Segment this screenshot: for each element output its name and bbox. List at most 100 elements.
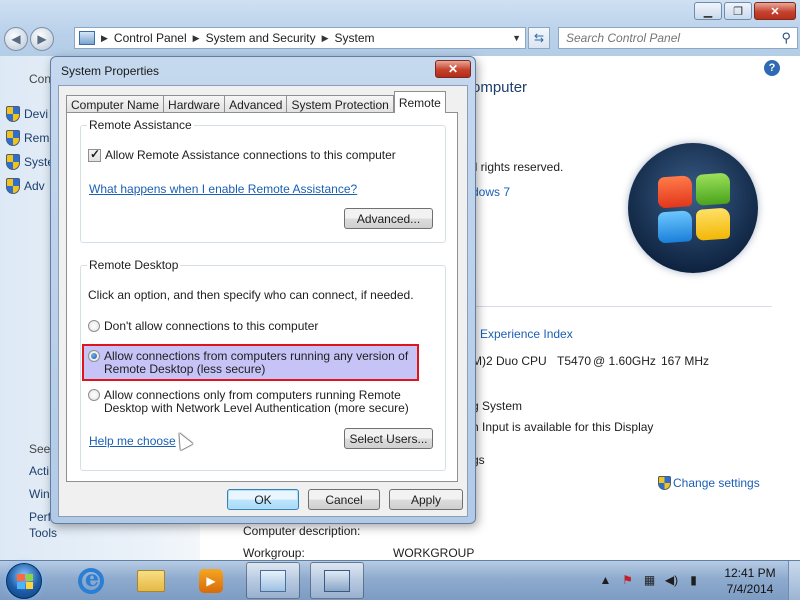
windows-logo xyxy=(628,143,758,273)
media-player-icon: ▶ xyxy=(199,568,223,593)
taskbar-control-panel[interactable] xyxy=(246,562,300,599)
close-icon: ✕ xyxy=(447,62,459,76)
shield-icon xyxy=(6,154,20,170)
tab-computer-name[interactable]: Computer Name xyxy=(66,95,165,113)
processor-name: M)2 Duo CPU xyxy=(472,354,547,368)
advanced-button[interactable]: Advanced... xyxy=(344,208,433,229)
select-users-button[interactable]: Select Users... xyxy=(344,428,433,449)
minimize-button[interactable]: ▁ xyxy=(694,2,722,20)
search-box[interactable]: ⚲ xyxy=(558,27,798,49)
control-panel-icon xyxy=(260,569,286,592)
forward-button[interactable]: ▶ xyxy=(30,27,54,51)
close-button[interactable]: ✕ xyxy=(754,2,796,20)
internet-explorer-icon xyxy=(78,566,104,594)
tab-hardware[interactable]: Hardware xyxy=(163,95,226,113)
dialog-close-button[interactable]: ✕ xyxy=(435,60,471,78)
page-title: omputer xyxy=(472,79,528,96)
sidebar-item-system-protection[interactable]: Syste xyxy=(6,154,54,170)
experience-index-link[interactable]: Experience Index xyxy=(480,327,573,341)
chevron-right-icon[interactable]: ▶ xyxy=(101,33,108,44)
workgroup-label: Workgroup: xyxy=(243,546,305,560)
checkbox-checked-icon[interactable] xyxy=(88,147,101,162)
start-button[interactable] xyxy=(6,563,42,599)
apply-button[interactable]: Apply xyxy=(389,489,463,510)
help-me-choose-link[interactable]: Help me choose xyxy=(89,434,176,448)
show-hidden-icons-icon[interactable]: ▲ xyxy=(598,573,613,587)
sidebar-link-performance[interactable]: Perf xyxy=(29,510,51,524)
breadcrumb-control-panel[interactable]: Control Panel xyxy=(114,31,187,45)
tab-remote[interactable]: Remote xyxy=(393,91,446,113)
sidebar-item-advanced-settings[interactable]: Adv xyxy=(6,178,45,194)
help-icon[interactable]: ? xyxy=(764,60,780,76)
cancel-button[interactable]: Cancel xyxy=(308,489,380,510)
radio-selected-icon[interactable] xyxy=(88,350,100,362)
chevron-down-icon[interactable]: ▼ xyxy=(512,33,521,43)
remote-assistance-checkbox[interactable]: Allow Remote Assistance connections to t… xyxy=(88,147,396,162)
shield-icon xyxy=(6,178,20,194)
network-icon[interactable]: ▦ xyxy=(642,573,657,587)
remote-assistance-group-label: Remote Assistance xyxy=(87,118,194,132)
ok-button[interactable]: OK xyxy=(227,489,299,510)
edition-link[interactable]: dows 7 xyxy=(472,185,510,199)
sidebar-item-device-manager[interactable]: Devi xyxy=(6,106,48,122)
taskbar: ▶ ▲ ⚑ ▦ ◀) ▮ 12:41 PM 7/4/2014 xyxy=(0,560,800,600)
radio-unselected-icon[interactable] xyxy=(88,389,100,401)
radio-unselected-icon[interactable] xyxy=(88,320,100,332)
radio-allow-nla-only-label: Allow connections only from computers ru… xyxy=(104,389,409,415)
sidebar-link-action-center[interactable]: Acti xyxy=(29,464,49,478)
breadcrumb-system-and-security[interactable]: System and Security xyxy=(206,31,316,45)
address-bar[interactable]: ▶ Control Panel ▶ System and Security ▶ … xyxy=(74,27,526,49)
volume-icon[interactable]: ◀) xyxy=(664,573,679,587)
tab-advanced[interactable]: Advanced xyxy=(224,95,288,113)
sidebar-link-tools[interactable]: Tools xyxy=(29,526,57,540)
radio-allow-any-version-label: Allow connections from computers running… xyxy=(104,350,408,376)
change-settings-link[interactable]: Change settings xyxy=(658,476,760,490)
dialog-body: Computer Name Hardware Advanced System P… xyxy=(58,85,468,517)
sidebar-item-label: Adv xyxy=(24,179,45,193)
radio-allow-any-version[interactable]: Allow connections from computers running… xyxy=(82,344,419,381)
control-panel-icon xyxy=(79,31,95,45)
system-tray: ▲ ⚑ ▦ ◀) ▮ xyxy=(598,573,701,587)
sidebar-header: Con xyxy=(29,72,52,86)
windows-flag-icon xyxy=(658,172,730,244)
back-arrow-icon: ◀ xyxy=(11,32,21,46)
remote-assistance-checkbox-label: Allow Remote Assistance connections to t… xyxy=(105,148,396,162)
power-icon[interactable]: ▮ xyxy=(686,573,701,587)
chevron-right-icon[interactable]: ▶ xyxy=(193,33,200,44)
search-input[interactable] xyxy=(566,31,766,45)
radio-allow-nla-only[interactable]: Allow connections only from computers ru… xyxy=(88,389,409,415)
breadcrumb-system[interactable]: System xyxy=(335,31,375,45)
radio-label-line2: Desktop with Network Level Authenticatio… xyxy=(104,401,409,415)
chevron-right-icon[interactable]: ▶ xyxy=(322,33,329,44)
refresh-button[interactable]: ⇆ xyxy=(528,27,550,49)
maximize-button[interactable]: ❐ xyxy=(724,2,752,20)
back-button[interactable]: ◀ xyxy=(4,27,28,51)
radio-dont-allow-label: Don't allow connections to this computer xyxy=(104,320,318,333)
remote-desktop-group-label: Remote Desktop xyxy=(87,258,181,272)
taskbar-internet-explorer[interactable] xyxy=(64,562,118,599)
taskbar-system-properties[interactable] xyxy=(310,562,364,599)
remote-assistance-group: Remote Assistance Allow Remote Assistanc… xyxy=(80,118,446,243)
section-divider xyxy=(470,306,772,307)
taskbar-windows-explorer[interactable] xyxy=(124,562,178,599)
tab-system-protection[interactable]: System Protection xyxy=(286,95,394,113)
processor-speed: @ 1.60GHz xyxy=(593,354,656,368)
shield-icon xyxy=(6,106,20,122)
remote-assistance-help-link[interactable]: What happens when I enable Remote Assist… xyxy=(89,182,357,196)
remote-tab-panel: Remote Assistance Allow Remote Assistanc… xyxy=(66,112,458,482)
clock[interactable]: 12:41 PM 7/4/2014 xyxy=(718,565,782,597)
show-desktop-button[interactable] xyxy=(788,561,800,600)
tab-strip: Computer Name Hardware Advanced System P… xyxy=(66,91,446,113)
search-icon[interactable]: ⚲ xyxy=(781,30,791,46)
radio-label-line2: Remote Desktop (less secure) xyxy=(104,362,266,376)
workgroup-value: WORKGROUP xyxy=(393,546,475,560)
action-center-flag-icon[interactable]: ⚑ xyxy=(620,573,635,587)
window-controls: ▁ ❐ ✕ xyxy=(694,2,796,20)
taskbar-media-player[interactable]: ▶ xyxy=(184,562,238,599)
sidebar-link-windows-update[interactable]: Win xyxy=(29,487,50,501)
radio-dont-allow[interactable]: Don't allow connections to this computer xyxy=(88,320,318,333)
sidebar-item-label: Devi xyxy=(24,107,49,121)
forward-arrow-icon: ▶ xyxy=(37,32,47,46)
sidebar-item-remote-settings[interactable]: Remo xyxy=(6,130,56,146)
dialog-title: System Properties xyxy=(61,64,160,78)
